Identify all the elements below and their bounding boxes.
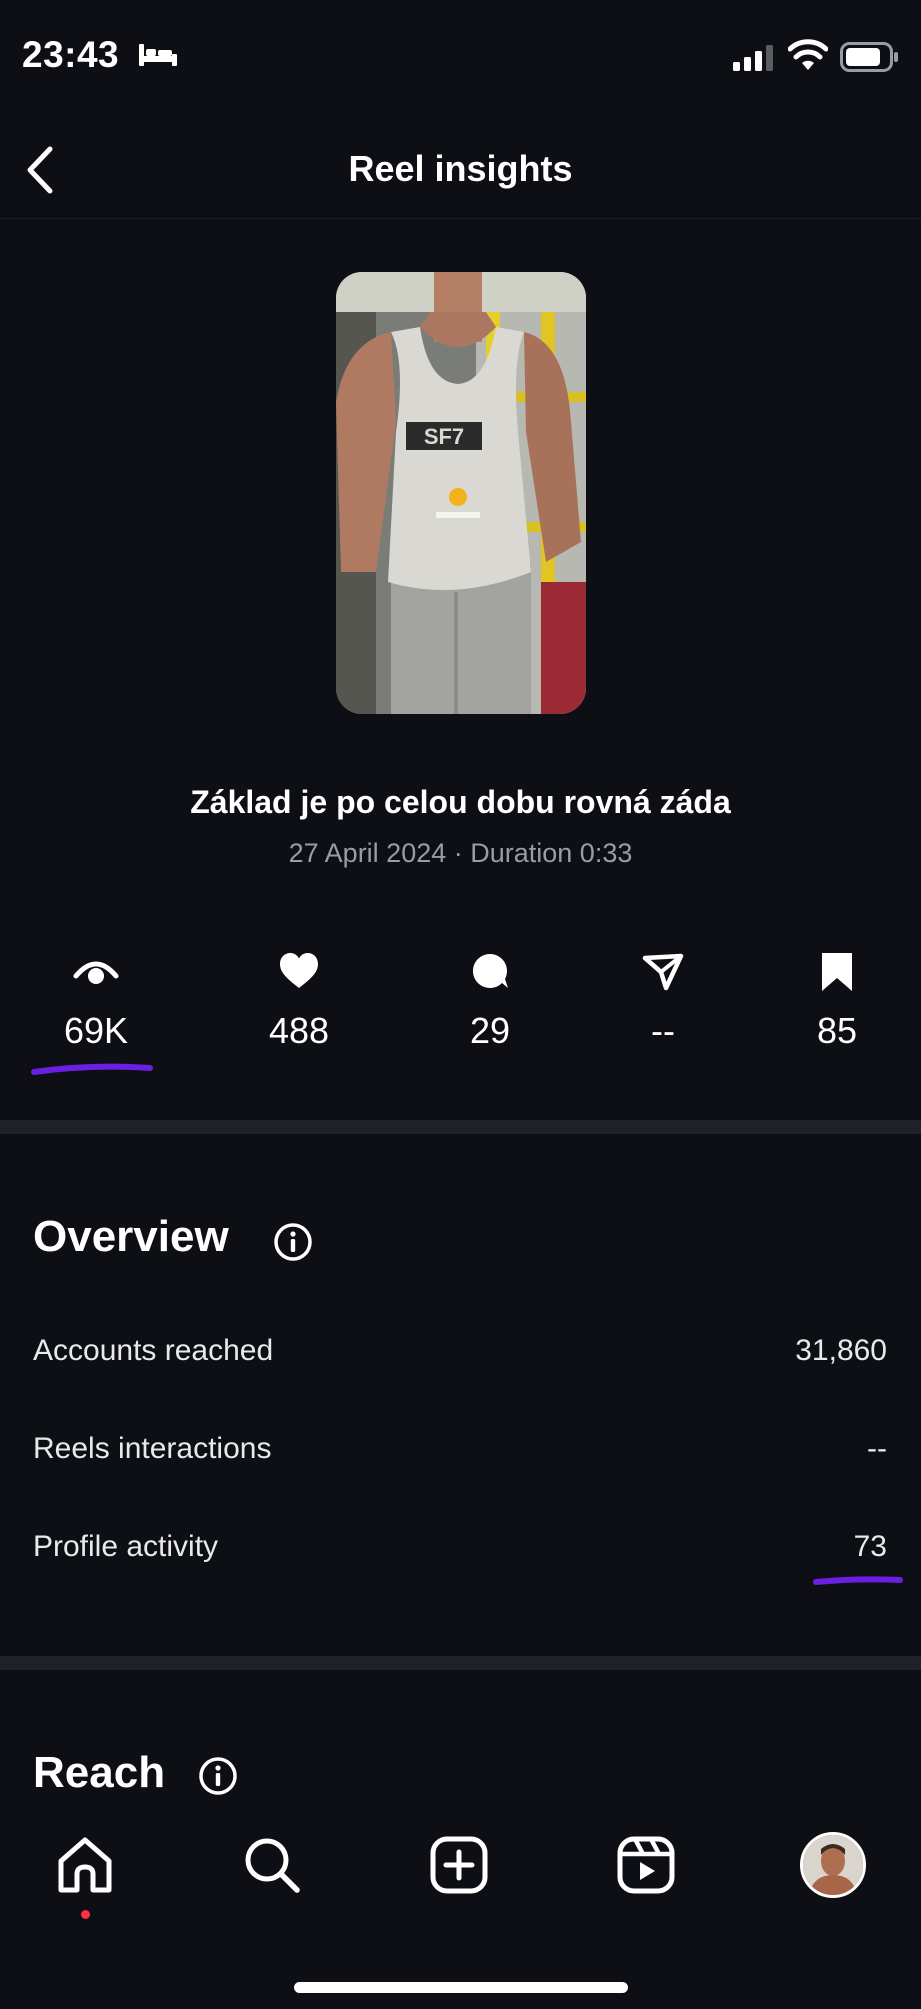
battery-icon <box>840 42 898 72</box>
reel-caption: Základ je po celou dobu rovná záda <box>190 784 731 820</box>
overview-row-label: Profile activity <box>33 1530 219 1563</box>
share-icon <box>642 953 684 991</box>
search-icon <box>245 1838 300 1893</box>
comment-icon <box>472 953 508 988</box>
home-indicator <box>294 1982 628 1993</box>
metric-likes-value: 488 <box>268 1010 330 1051</box>
page-title: Reel insights <box>348 148 573 189</box>
section-divider <box>0 1656 921 1670</box>
home-icon <box>58 1837 112 1893</box>
status-bar: 23:43 <box>0 0 921 110</box>
reel-thumbnail-image: SF7 <box>336 272 586 714</box>
metric-saves-value: 85 <box>816 1010 858 1051</box>
profile-avatar[interactable] <box>800 1832 866 1898</box>
metric-shares[interactable]: -- <box>583 950 743 1052</box>
metric-saves[interactable]: 85 <box>757 950 917 1052</box>
header-divider <box>0 218 921 219</box>
bed-icon <box>139 44 177 66</box>
metric-comments-value: 29 <box>469 1010 511 1051</box>
info-icon[interactable] <box>198 1756 238 1796</box>
wifi-icon <box>788 39 828 70</box>
signal-icon <box>733 45 773 71</box>
overview-title: Overview <box>33 1212 229 1261</box>
overview-row-value: 73 <box>853 1530 887 1563</box>
eye-icon <box>73 961 119 984</box>
nav-create[interactable] <box>424 1830 494 1900</box>
overview-row-label: Reels interactions <box>33 1432 272 1465</box>
section-divider <box>0 1120 921 1134</box>
notification-dot <box>81 1910 90 1919</box>
metric-shares-value: -- <box>651 1010 675 1051</box>
reel-meta: 27 April 2024 · Duration 0:33 <box>288 838 633 868</box>
info-icon[interactable] <box>273 1222 313 1262</box>
overview-row-value: 31,860 <box>795 1334 887 1367</box>
nav-search[interactable] <box>237 1830 307 1900</box>
reel-insights-screen: 23:43 Reel insights SF7 Základ je po cel… <box>0 0 921 2009</box>
nav-reels[interactable] <box>611 1830 681 1900</box>
status-time: 23:43 <box>22 34 120 75</box>
bottom-nav <box>0 1800 921 2009</box>
reel-thumbnail[interactable]: SF7 <box>336 272 586 714</box>
metric-likes[interactable]: 488 <box>219 950 379 1052</box>
metric-views-value: 69K <box>63 1010 129 1051</box>
reach-title: Reach <box>33 1748 166 1797</box>
metric-comments[interactable]: 29 <box>410 950 570 1052</box>
overview-row-label: Accounts reached <box>33 1334 274 1367</box>
overview-row-value: -- <box>867 1432 887 1465</box>
header: Reel insights <box>0 120 921 220</box>
highlight-underline-views <box>31 1063 153 1075</box>
metric-views[interactable]: 69K <box>16 950 176 1052</box>
heart-icon <box>280 953 318 988</box>
create-icon <box>430 1836 488 1894</box>
reels-icon <box>617 1836 675 1894</box>
nav-home[interactable] <box>50 1830 120 1900</box>
shirt-logo-text: SF7 <box>424 424 464 449</box>
bookmark-icon <box>822 953 852 991</box>
avatar-image <box>803 1835 863 1895</box>
highlight-underline-profile <box>813 1576 903 1585</box>
